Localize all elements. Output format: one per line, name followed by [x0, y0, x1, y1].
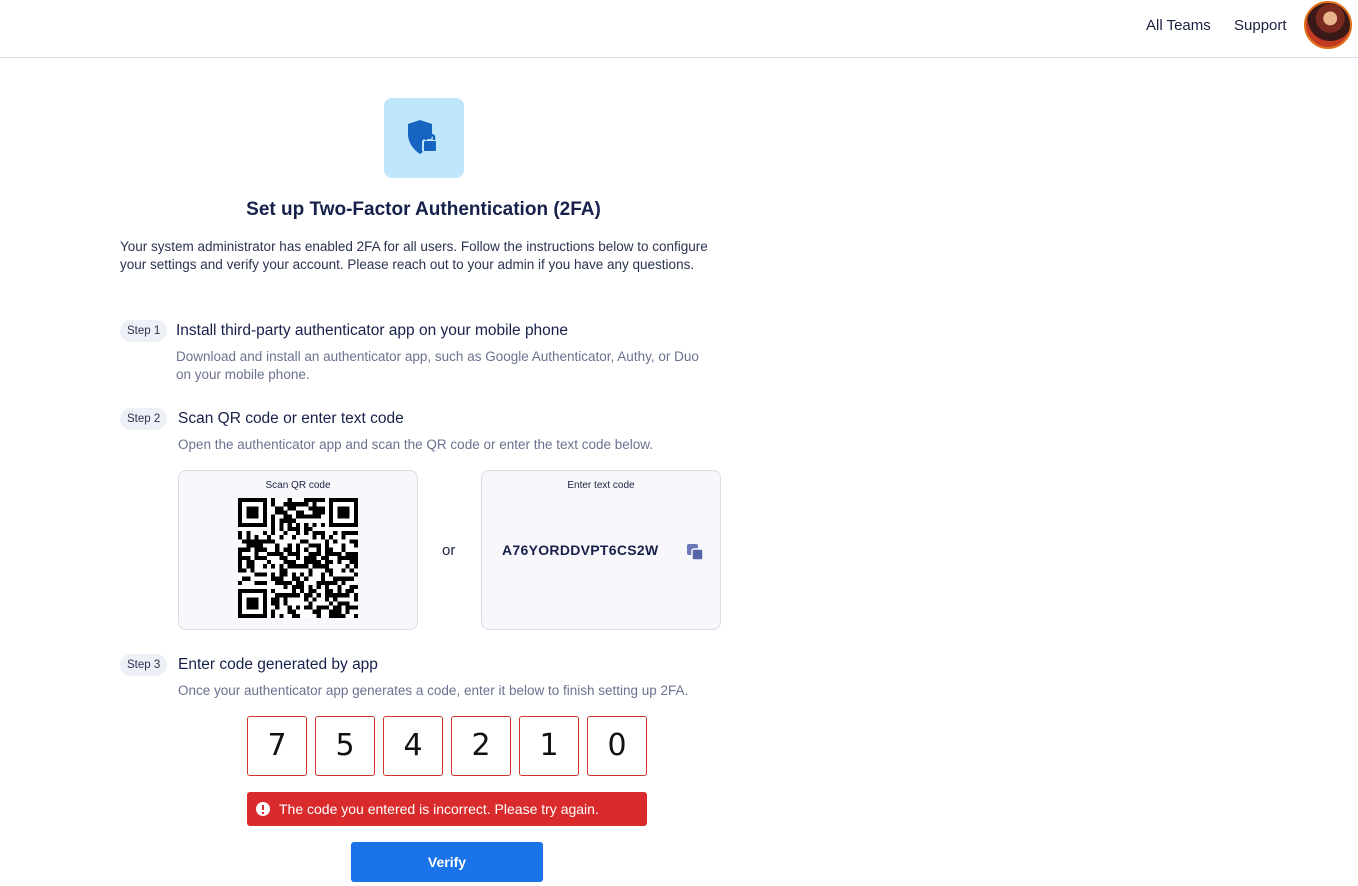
code-digit-input[interactable]: 4 [383, 716, 443, 776]
verify-button[interactable]: Verify [351, 842, 543, 882]
code-digit-input[interactable]: 1 [519, 716, 579, 776]
step-2-title: Scan QR code or enter text code [178, 410, 404, 427]
text-code-value: A76YORDDVPT6CS2W [502, 542, 659, 558]
step-1-badge: Step 1 [120, 320, 168, 342]
page-title: Set up Two-Factor Authentication (2FA) [246, 199, 601, 220]
nav-support-link[interactable]: Support [1234, 17, 1287, 34]
or-separator: or [442, 542, 456, 559]
alert-circle-icon [256, 802, 270, 816]
code-digit-input[interactable]: 0 [587, 716, 647, 776]
step-3-title: Enter code generated by app [178, 656, 378, 673]
code-digit-input[interactable]: 7 [247, 716, 307, 776]
step-3-description: Once your authenticator app generates a … [178, 683, 689, 698]
text-code-card-label: Enter text code [567, 480, 635, 491]
intro-text: Your system administrator has enabled 2F… [120, 239, 708, 272]
code-digit-input[interactable]: 2 [451, 716, 511, 776]
step-1-description: Download and install an authenticator ap… [176, 349, 699, 382]
step-3-badge: Step 3 [120, 654, 168, 676]
nav-all-teams-link[interactable]: All Teams [1146, 17, 1211, 34]
user-avatar[interactable] [1304, 1, 1352, 49]
qr-code-card: Scan QR code [178, 470, 418, 630]
step-1-title: Install third-party authenticator app on… [176, 322, 569, 339]
error-message: The code you entered is incorrect. Pleas… [279, 801, 599, 817]
code-digit-input[interactable]: 5 [315, 716, 375, 776]
step-2-description: Open the authenticator app and scan the … [178, 437, 654, 452]
copy-icon[interactable] [685, 542, 705, 562]
qr-code [238, 498, 358, 618]
error-banner: The code you entered is incorrect. Pleas… [247, 792, 647, 826]
top-navigation: All Teams Support [0, 0, 1358, 58]
shield-lock-icon [384, 98, 464, 178]
text-code-card: Enter text code A76YORDDVPT6CS2W [481, 470, 721, 630]
step-2-badge: Step 2 [120, 408, 168, 430]
qr-card-label: Scan QR code [265, 480, 331, 491]
